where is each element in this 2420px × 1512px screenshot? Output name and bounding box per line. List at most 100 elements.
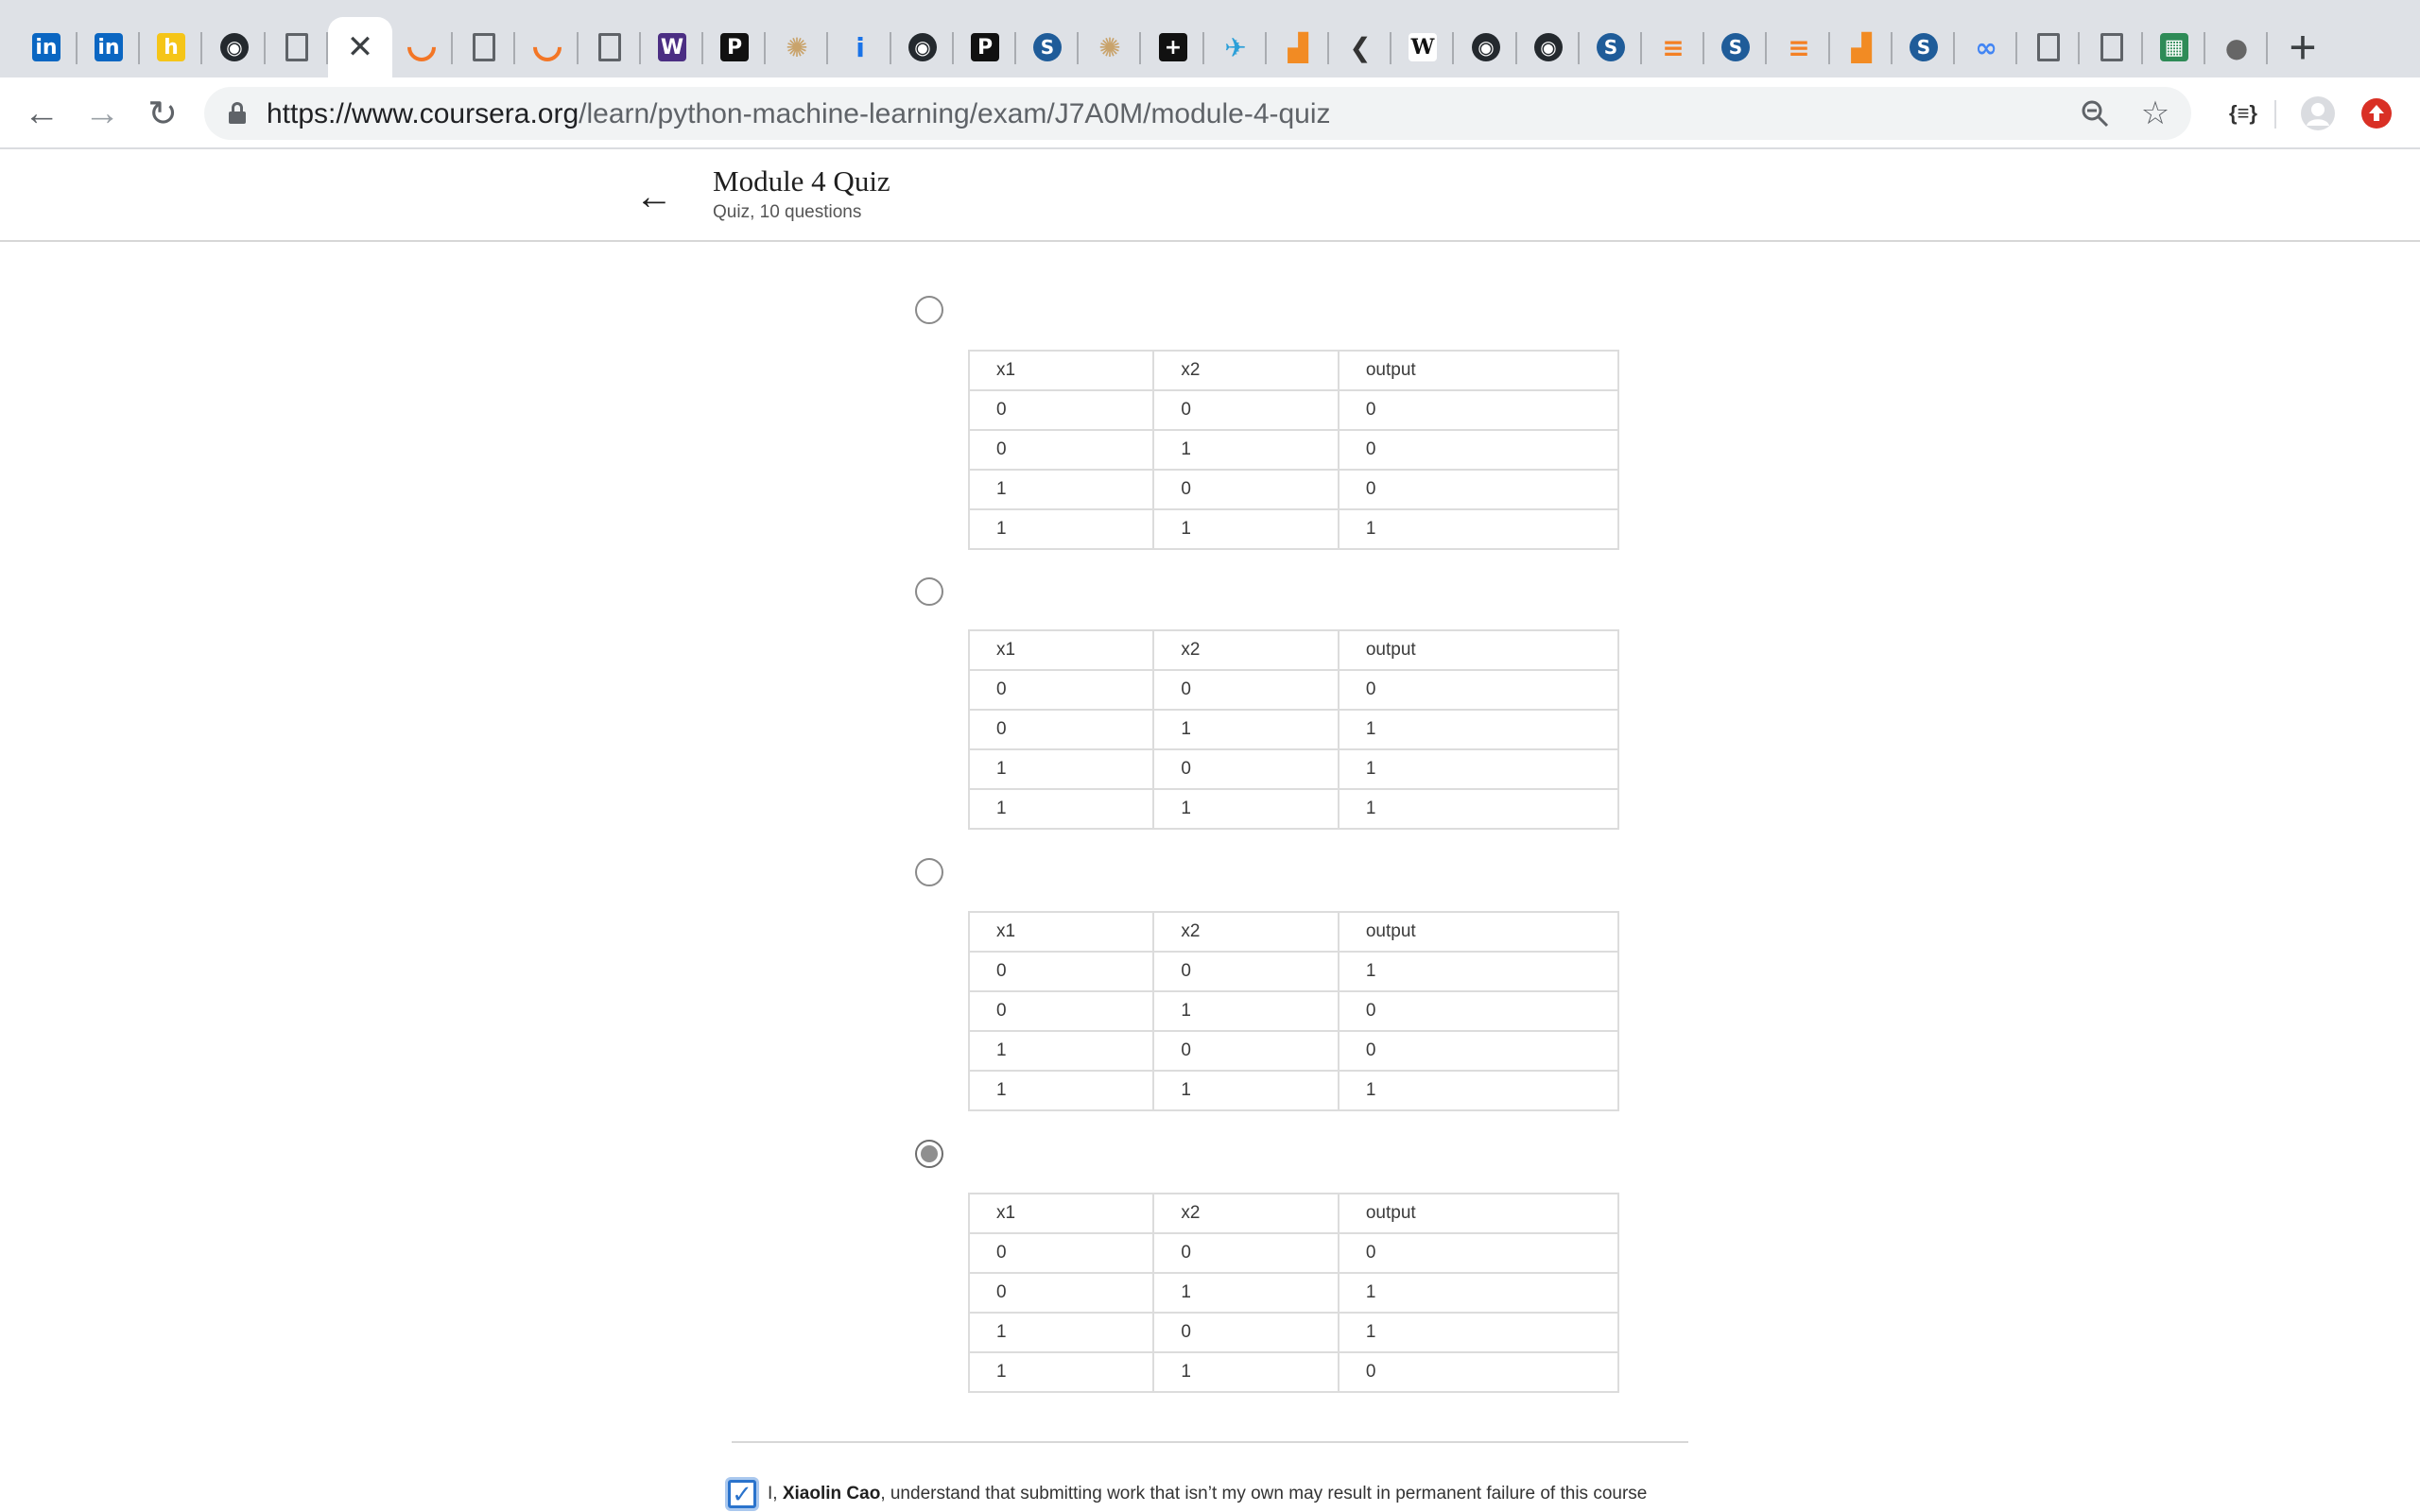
table-cell: 0 xyxy=(967,429,1155,471)
table-row: 000 xyxy=(967,669,1620,711)
column-header: x2 xyxy=(1152,911,1340,953)
zoom-icon[interactable] xyxy=(2074,93,2116,134)
browser-tab[interactable]: in xyxy=(15,17,78,77)
browser-tab[interactable] xyxy=(266,17,328,77)
browser-tab[interactable]: ▟ xyxy=(1267,17,1329,77)
answer-option-radio-3[interactable] xyxy=(915,858,943,886)
browser-tab[interactable]: S xyxy=(1580,17,1642,77)
table-cell: 1 xyxy=(967,1070,1155,1111)
browser-tab[interactable]: ◉ xyxy=(891,17,954,77)
browser-tab[interactable]: W xyxy=(1392,17,1454,77)
honor-code-checkbox[interactable]: ✓ xyxy=(728,1480,756,1508)
forward-button[interactable]: → xyxy=(78,89,127,138)
tab-separator xyxy=(1452,32,1454,64)
browser-tab[interactable]: ✈ xyxy=(1204,17,1267,77)
browser-tab[interactable] xyxy=(2081,17,2143,77)
toolbar-divider xyxy=(2274,100,2276,129)
browser-tab[interactable]: ✺ xyxy=(1079,17,1141,77)
answer-option-radio-1[interactable] xyxy=(915,296,943,324)
browser-tab-active[interactable]: ✕ xyxy=(328,17,392,77)
table-row: 010 xyxy=(967,990,1620,1032)
column-header: output xyxy=(1337,629,1620,671)
browser-tab[interactable]: ▟ xyxy=(1830,17,1893,77)
browser-tab[interactable]: + xyxy=(1142,17,1204,77)
linkedin-icon: in xyxy=(32,33,60,61)
page-subtitle: Quiz, 10 questions xyxy=(713,202,862,222)
jupyter-icon xyxy=(527,26,568,68)
browser-tab[interactable] xyxy=(579,17,641,77)
url-text[interactable]: https://www.coursera.org/learn/python-ma… xyxy=(267,98,1331,130)
quiz-back-button[interactable]: ← xyxy=(631,174,677,219)
table-row: 000 xyxy=(967,389,1620,431)
wikipedia-icon: W xyxy=(1409,33,1437,61)
table-cell: 0 xyxy=(1152,1030,1340,1072)
page-title: Module 4 Quiz xyxy=(713,164,890,198)
browser-tab[interactable]: ◉ xyxy=(203,17,266,77)
table-cell: 0 xyxy=(967,1272,1155,1314)
grid-icon: ▦ xyxy=(2160,33,2188,61)
browser-tab[interactable] xyxy=(390,17,453,77)
json-viewer-extension-icon[interactable]: {≡} xyxy=(2218,91,2269,136)
table-row: 011 xyxy=(967,1272,1620,1314)
browser-tab[interactable]: W xyxy=(641,17,703,77)
table-cell: 0 xyxy=(1152,669,1340,711)
browser-tab[interactable]: ▦ xyxy=(2143,17,2205,77)
browser-tab[interactable] xyxy=(2017,17,2080,77)
bookmark-star-icon[interactable]: ☆ xyxy=(2135,93,2176,134)
column-header: output xyxy=(1337,1193,1620,1234)
p-icon: P xyxy=(971,33,999,61)
browser-tab[interactable]: in xyxy=(78,17,140,77)
table-cell: 1 xyxy=(967,788,1155,830)
table-cell: 1 xyxy=(1152,990,1340,1032)
jupyter-icon xyxy=(401,26,442,68)
table-cell: 0 xyxy=(1337,389,1620,431)
table-cell: 1 xyxy=(1337,1070,1620,1111)
browser-tab[interactable]: ✺ xyxy=(766,17,828,77)
table-cell: 1 xyxy=(967,1351,1155,1393)
s-icon: S xyxy=(1033,33,1062,61)
update-badge-icon[interactable] xyxy=(2354,91,2399,136)
browser-tab[interactable]: ∞ xyxy=(1955,17,2017,77)
tab-separator xyxy=(1139,32,1141,64)
browser-tab[interactable]: ≡ xyxy=(1642,17,1704,77)
table-cell: 1 xyxy=(967,748,1155,790)
browser-tab[interactable]: ◉ xyxy=(1517,17,1580,77)
reload-button[interactable]: ↻ xyxy=(138,89,187,138)
browser-tab[interactable]: S xyxy=(1016,17,1079,77)
browser-tab[interactable]: ≡ xyxy=(1768,17,1830,77)
profile-avatar-icon[interactable] xyxy=(2295,91,2341,136)
truth-table-4: x1 x2 output 0 0 0 0 1 1 1 0 1 1 1 0 xyxy=(967,1193,1620,1393)
answer-option-radio-4[interactable] xyxy=(915,1140,943,1168)
browser-tab[interactable]: S xyxy=(1893,17,1955,77)
answer-option-radio-2[interactable] xyxy=(915,577,943,606)
browser-tab[interactable]: ● xyxy=(2205,17,2268,77)
honor-student-name: Xiaolin Cao xyxy=(782,1484,881,1503)
tab-separator xyxy=(826,32,828,64)
column-header: x1 xyxy=(967,1193,1155,1234)
table-cell: 0 xyxy=(1337,1030,1620,1072)
stackoverflow-icon: ≡ xyxy=(1662,31,1685,63)
s-icon: S xyxy=(1597,33,1625,61)
browser-tab[interactable]: ❮ xyxy=(1329,17,1392,77)
browser-tab[interactable] xyxy=(516,17,579,77)
address-bar[interactable]: https://www.coursera.org/learn/python-ma… xyxy=(204,87,2191,140)
browser-tab[interactable]: ◉ xyxy=(1455,17,1517,77)
new-tab-button[interactable]: + xyxy=(2276,21,2329,74)
browser-tab[interactable]: P xyxy=(954,17,1016,77)
quiz-header: ← Module 4 Quiz Quiz, 10 questions xyxy=(0,149,2420,242)
browser-tab[interactable]: h xyxy=(140,17,202,77)
back-button[interactable]: ← xyxy=(17,89,66,138)
tab-separator xyxy=(2078,32,2080,64)
table-header-row: x1 x2 output xyxy=(967,629,1620,671)
browser-tab[interactable]: S xyxy=(1704,17,1767,77)
table-cell: 0 xyxy=(1337,1232,1620,1274)
browser-tab[interactable]: i xyxy=(829,17,891,77)
linkedin-icon: in xyxy=(95,33,123,61)
table-cell: 0 xyxy=(1337,1351,1620,1393)
browser-tab[interactable] xyxy=(453,17,515,77)
table-header-row: x1 x2 output xyxy=(967,911,1620,953)
browser-tab[interactable]: P xyxy=(703,17,766,77)
document-icon xyxy=(598,33,621,61)
info-icon: i xyxy=(856,31,865,63)
lock-icon xyxy=(229,102,246,124)
